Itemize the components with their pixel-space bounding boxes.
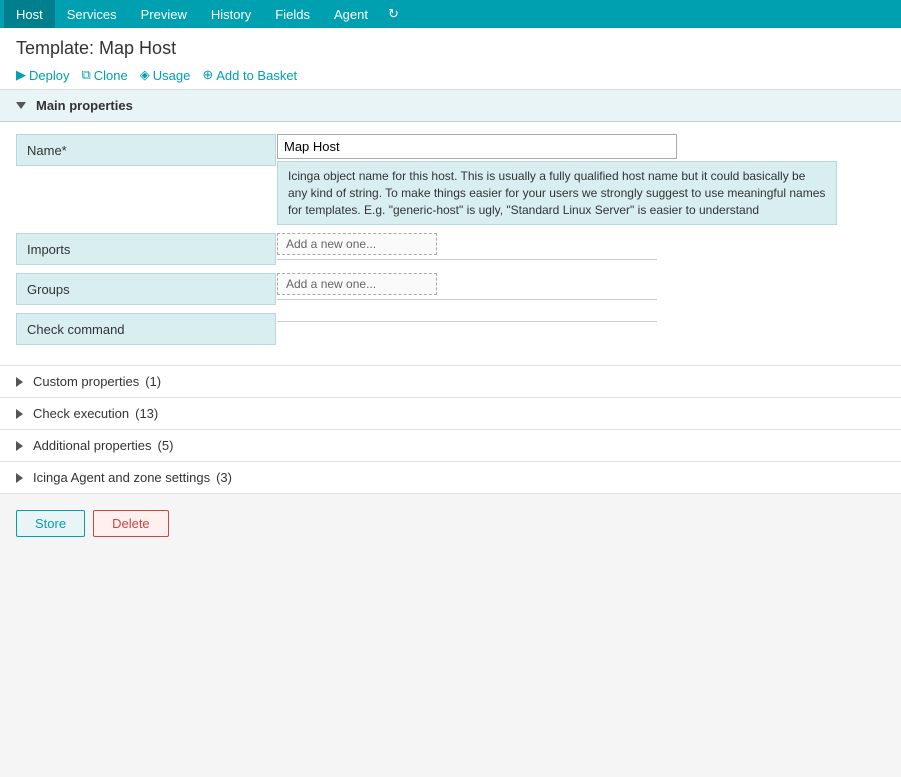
check-command-row: Check command — [16, 313, 885, 345]
main-properties-body: Name* Icinga object name for this host. … — [0, 122, 901, 365]
content: Main properties Name* Icinga object name… — [0, 90, 901, 553]
groups-underline — [277, 299, 657, 300]
action-bar: ▶ Deploy ⧉ Clone ◈ Usage ⊕ Add to Basket — [16, 67, 885, 83]
imports-field-container: Add a new one... — [277, 233, 885, 260]
nav-bar: Host Services Preview History Fields Age… — [0, 0, 901, 28]
additional-properties-count: (5) — [158, 438, 174, 453]
groups-field-container: Add a new one... — [277, 273, 885, 300]
groups-add-placeholder[interactable]: Add a new one... — [277, 273, 437, 295]
clone-icon: ⧉ — [81, 67, 90, 83]
deploy-icon: ▶ — [16, 67, 26, 83]
custom-properties-count: (1) — [145, 374, 161, 389]
check-command-field-container — [277, 313, 885, 322]
additional-properties-arrow — [16, 441, 23, 451]
name-help-text: Icinga object name for this host. This i… — [277, 161, 837, 225]
main-properties-header[interactable]: Main properties — [0, 90, 901, 122]
usage-icon: ◈ — [140, 67, 150, 83]
name-label: Name* — [16, 134, 276, 166]
additional-properties-label: Additional properties — [33, 438, 152, 453]
add-to-basket-link[interactable]: ⊕ Add to Basket — [202, 67, 297, 83]
check-command-underline — [277, 321, 657, 322]
basket-icon: ⊕ — [202, 67, 213, 83]
main-properties-label: Main properties — [36, 98, 133, 113]
clone-link[interactable]: ⧉ Clone — [81, 67, 127, 83]
icinga-agent-count: (3) — [216, 470, 232, 485]
nav-item-agent[interactable]: Agent — [322, 0, 380, 28]
check-execution-title: Check execution (13) — [16, 406, 158, 421]
imports-row: Imports Add a new one... — [16, 233, 885, 265]
main-properties-section: Main properties Name* Icinga object name… — [0, 90, 901, 366]
page-header: Template: Map Host ▶ Deploy ⧉ Clone ◈ Us… — [0, 28, 901, 90]
refresh-icon[interactable]: ↻ — [380, 6, 407, 22]
additional-properties-section[interactable]: Additional properties (5) — [0, 430, 901, 462]
custom-properties-section[interactable]: Custom properties (1) — [0, 366, 901, 398]
imports-underline — [277, 259, 657, 260]
custom-properties-title: Custom properties (1) — [16, 374, 161, 389]
icinga-agent-arrow — [16, 473, 23, 483]
usage-link[interactable]: ◈ Usage — [140, 67, 191, 83]
custom-properties-label: Custom properties — [33, 374, 139, 389]
name-input[interactable] — [277, 134, 677, 159]
groups-row: Groups Add a new one... — [16, 273, 885, 305]
store-button[interactable]: Store — [16, 510, 85, 537]
additional-properties-title: Additional properties (5) — [16, 438, 173, 453]
nav-item-history[interactable]: History — [199, 0, 263, 28]
delete-button[interactable]: Delete — [93, 510, 169, 537]
groups-label: Groups — [16, 273, 276, 305]
name-field-container: Icinga object name for this host. This i… — [277, 134, 885, 225]
icinga-agent-title: Icinga Agent and zone settings (3) — [16, 470, 232, 485]
page-title: Template: Map Host — [16, 38, 885, 59]
icinga-agent-label: Icinga Agent and zone settings — [33, 470, 210, 485]
deploy-link[interactable]: ▶ Deploy — [16, 67, 69, 83]
nav-item-services[interactable]: Services — [55, 0, 129, 28]
icinga-agent-section[interactable]: Icinga Agent and zone settings (3) — [0, 462, 901, 494]
check-command-label: Check command — [16, 313, 276, 345]
check-execution-label: Check execution — [33, 406, 129, 421]
main-properties-arrow — [16, 102, 26, 109]
check-execution-count: (13) — [135, 406, 158, 421]
imports-add-placeholder[interactable]: Add a new one... — [277, 233, 437, 255]
button-row: Store Delete — [0, 494, 901, 553]
nav-item-preview[interactable]: Preview — [129, 0, 199, 28]
check-execution-arrow — [16, 409, 23, 419]
custom-properties-arrow — [16, 377, 23, 387]
imports-label: Imports — [16, 233, 276, 265]
check-execution-section[interactable]: Check execution (13) — [0, 398, 901, 430]
nav-item-host[interactable]: Host — [4, 0, 55, 28]
nav-item-fields[interactable]: Fields — [263, 0, 322, 28]
name-row: Name* Icinga object name for this host. … — [16, 134, 885, 225]
